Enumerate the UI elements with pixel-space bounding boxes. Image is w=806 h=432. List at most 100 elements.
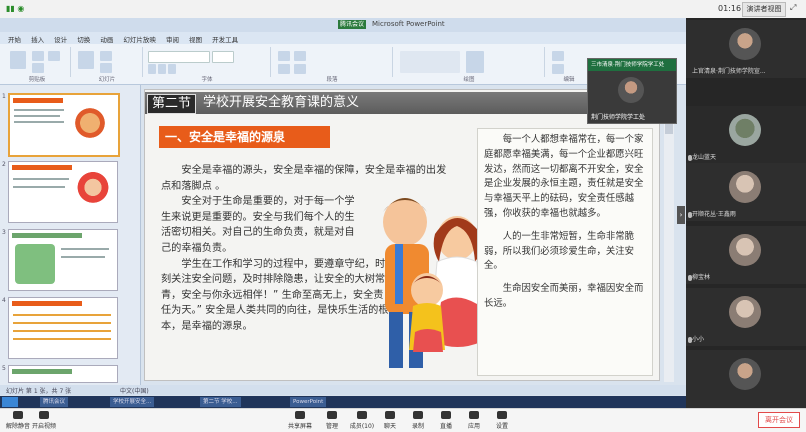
ribbon-group-label: 字体 [201,77,213,83]
arrange-icon[interactable] [466,51,484,73]
slide-thumbnail[interactable] [8,93,120,157]
paste-icon[interactable] [10,51,26,69]
family-illustration [383,198,484,368]
underline-icon[interactable] [168,64,176,74]
thumb-title-bar [12,233,82,238]
participant-tile[interactable]: 柳宝林 [686,226,806,284]
ribbon-group-drawing: 绘图 [394,47,545,83]
italic-icon[interactable] [158,64,166,74]
find-icon[interactable] [552,51,564,61]
participant-tile[interactable] [686,350,806,408]
floating-video-window[interactable]: 三市清泉·荆门技师学院学工处 荆门技师学院学工处 [587,58,677,124]
taskbar-item[interactable]: 第二节 学校... [200,397,241,407]
ribbon-group-label: 段落 [326,77,338,83]
thumb-number: 3 [2,229,6,236]
participant-tile[interactable]: 龙山蓝天 [686,106,806,164]
participant-tile[interactable]: 开顺花丛·王鑫雨 [686,163,806,221]
share-screen-icon [295,411,305,419]
slide-scrollbar[interactable] [664,86,674,382]
thumb-title-bar [13,98,63,103]
thumb-title-bar [12,301,82,306]
taskbar-item[interactable]: PowerPoint [290,397,327,407]
slide-thumbnail[interactable] [8,161,118,223]
right-paragraph: 人的一生非常短暂，生命非常脆弱，所以我们必须珍爱生命，关注安全。 [484,230,635,272]
ppt-ribbon: 剪贴板 幻灯片 字体 段落 绘图 编辑 [0,44,686,85]
new-slide-icon[interactable] [78,51,94,69]
tab-design[interactable]: 设计 [54,34,67,44]
thumb-illustration [15,244,55,284]
taskbar-item[interactable]: 腾讯会议 [40,397,69,407]
thumb-title-bar [12,165,72,170]
slide-thumbnails: 1 2 3 4 5 [0,85,141,385]
thumb-line [13,178,69,180]
participant-avatar [729,114,761,146]
share-screen-button[interactable]: 共享屏幕 [282,411,318,431]
tab-home[interactable]: 开始 [8,34,21,44]
thumb-line [13,186,65,188]
participant-avatar [729,171,761,203]
participant-tile[interactable]: 小小 [686,288,806,346]
tab-review[interactable]: 审阅 [166,34,179,44]
shapes-gallery[interactable] [400,51,460,73]
cut-icon[interactable] [32,51,44,61]
ppt-ribbon-tabs: 开始 插入 设计 切换 动画 幻灯片放映 审阅 视图 开发工具 [0,32,686,44]
participant-name: 柳宝林 [692,274,711,281]
floating-video-title: 三市清泉·荆门技师学院学工处 [588,59,676,71]
leave-meeting-button[interactable]: 离开会议 [758,412,800,428]
chat-icon [385,411,395,419]
align-left-icon[interactable] [278,64,290,74]
tab-transitions[interactable]: 切换 [77,34,90,44]
view-mode-button[interactable]: 演讲者视图 [742,2,786,17]
toolbar-label: 设置 [495,423,508,430]
thumb-line [13,338,111,340]
thumb-number: 1 [2,93,6,100]
participant-avatar [729,296,761,328]
members-icon [357,411,367,419]
format-painter-icon[interactable] [32,63,44,73]
ribbon-group-label: 绘图 [463,77,475,83]
numbering-icon[interactable] [294,51,306,61]
tab-slideshow[interactable]: 幻灯片放映 [123,34,156,44]
bullets-icon[interactable] [278,51,290,61]
participant-avatar [729,358,761,390]
thumb-title-bar [12,369,72,374]
participant-avatar [729,28,761,60]
record-icon [413,411,423,419]
thumb-number: 5 [2,365,6,372]
font-size-select[interactable] [212,51,234,63]
fullscreen-icon[interactable]: ⤢ [790,3,800,13]
thumb-illustration [68,107,112,147]
start-video-button[interactable]: 开启视频 [26,411,62,431]
taskbar-item[interactable]: 学校开展安全... [110,397,155,407]
tab-insert[interactable]: 插入 [31,34,44,44]
tab-view[interactable]: 视图 [189,34,202,44]
thumb-line [14,109,64,111]
slide-thumbnail[interactable] [8,297,118,359]
start-icon[interactable] [2,397,18,407]
participant-tile[interactable]: 上官清泉·荆门技师学院宣... [686,20,806,78]
right-paragraph: 生命因安全而美丽，幸福因安全而长远。 [484,283,644,309]
font-family-select[interactable] [148,51,210,63]
right-text-box: 每一个人都想幸福常在，每一个家庭都愿幸福美满，每一个企业都愿兴旺发达，然而这一切… [477,128,653,376]
slide-thumbnail[interactable] [8,229,118,291]
ribbon-group-font: 字体 [144,47,271,83]
slide-thumbnail[interactable] [8,365,118,383]
align-center-icon[interactable] [294,64,306,74]
tab-animations[interactable]: 动画 [100,34,113,44]
thumb-line [14,121,64,123]
collapse-panel-button[interactable]: › [677,206,685,224]
slide-counter: 幻灯片 第 1 张，共 7 张 [6,388,72,395]
bold-icon[interactable] [148,64,156,74]
floating-video-name: 荆门技师学院学工处 [591,114,646,121]
replace-icon[interactable] [552,64,564,74]
meeting-toolbar: 解除静音 开启视频 共享屏幕 管理 成员(10) 聊天 录制 直播 应用 设置 [0,408,806,432]
right-paragraph: 每一个人都想幸福常在，每一个家庭都愿幸福美满，每一个企业都愿兴旺发达，然而这一切… [484,134,644,219]
ribbon-group-label: 剪贴板 [28,77,46,83]
participant-video-panel: 上官清泉·荆门技师学院宣... 龙山蓝天 开顺花丛·王鑫雨 柳宝林 小小 [686,18,806,408]
settings-button[interactable]: 设置 [484,411,520,431]
layout-icon[interactable] [100,51,112,61]
reset-icon[interactable] [100,63,112,73]
tab-developer[interactable]: 开发工具 [212,34,238,44]
mic-icon [13,411,23,419]
copy-icon[interactable] [48,51,60,61]
